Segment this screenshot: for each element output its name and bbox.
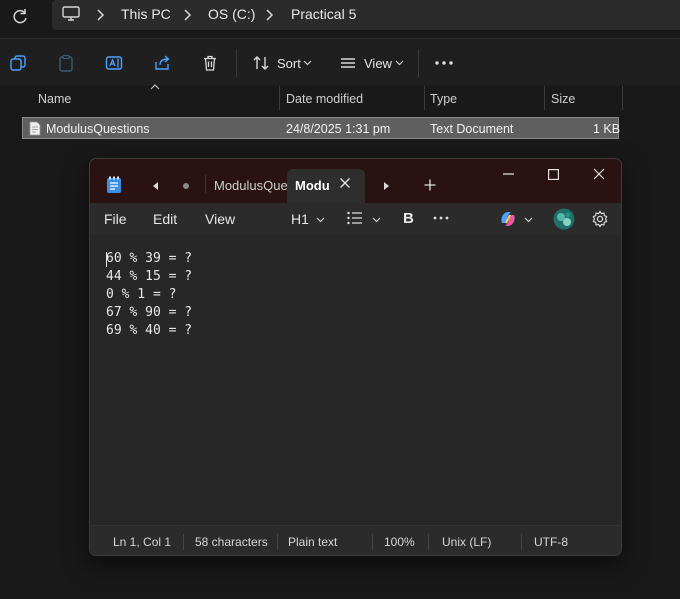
- command-bar: Sort View: [0, 38, 680, 87]
- close-tab-icon[interactable]: [339, 177, 351, 189]
- notepad-menubar: File Edit View H1 B: [90, 203, 621, 235]
- tab-divider: [205, 175, 206, 193]
- breadcrumb-folder[interactable]: Practical 5: [291, 6, 356, 22]
- status-divider: [183, 534, 184, 550]
- tab-active-label: Modu: [295, 178, 330, 193]
- text-editor[interactable]: 60 % 39 = ? 44 % 15 = ? 0 % 1 = ? 67 % 9…: [90, 235, 621, 525]
- file-name: ModulusQuestions: [46, 122, 150, 136]
- status-bar: Ln 1, Col 1 58 characters Plain text 100…: [90, 525, 621, 555]
- column-divider[interactable]: [424, 86, 425, 110]
- copilot-icon[interactable]: [498, 209, 518, 229]
- table-row[interactable]: ModulusQuestions 24/8/2025 1:31 pm Text …: [22, 117, 621, 139]
- notepad-window: ModulusQue Modu File Edit View H1 B 60 %…: [89, 158, 622, 556]
- toolbar-divider: [236, 49, 237, 77]
- column-header-size[interactable]: Size: [551, 92, 575, 106]
- sort-icon[interactable]: [249, 51, 273, 75]
- editor-line: 67 % 90 = ?: [106, 305, 193, 320]
- column-header-type[interactable]: Type: [430, 92, 457, 106]
- status-char-count: 58 characters: [195, 535, 268, 549]
- column-divider[interactable]: [544, 86, 545, 110]
- column-header-name[interactable]: Name: [38, 92, 71, 106]
- text-file-icon: [29, 121, 41, 136]
- paste-icon[interactable]: [54, 51, 78, 75]
- editor-line: 0 % 1 = ?: [106, 287, 177, 302]
- share-icon[interactable]: [150, 51, 174, 75]
- status-line-ending[interactable]: Unix (LF): [442, 535, 491, 549]
- status-divider: [277, 534, 278, 550]
- chevron-right-icon: [94, 8, 106, 22]
- maximize-icon[interactable]: [542, 163, 564, 185]
- close-window-icon[interactable]: [588, 163, 610, 185]
- chevron-right-icon: [181, 8, 193, 22]
- sort-button[interactable]: Sort: [277, 56, 301, 71]
- scroll-tabs-left-icon[interactable]: [151, 181, 159, 191]
- chevron-down-icon: [524, 217, 533, 223]
- status-position[interactable]: Ln 1, Col 1: [113, 535, 171, 549]
- menu-view[interactable]: View: [205, 211, 235, 227]
- column-divider[interactable]: [279, 86, 280, 110]
- delete-icon[interactable]: [198, 51, 222, 75]
- rename-icon[interactable]: [102, 51, 126, 75]
- chevron-down-icon: [395, 60, 404, 66]
- notepad-titlebar[interactable]: ModulusQue Modu: [90, 159, 621, 203]
- status-zoom[interactable]: 100%: [384, 535, 415, 549]
- status-divider: [521, 534, 522, 550]
- editor-line: 44 % 15 = ?: [106, 269, 193, 284]
- file-size: 1 KB: [593, 122, 621, 136]
- new-tab-icon[interactable]: [424, 179, 436, 191]
- status-divider: [428, 534, 429, 550]
- chevron-right-icon: [263, 8, 275, 22]
- settings-gear-icon[interactable]: [591, 210, 609, 228]
- menu-file[interactable]: File: [104, 211, 127, 227]
- file-type: Text Document: [430, 122, 514, 136]
- status-encoding[interactable]: UTF-8: [534, 535, 568, 549]
- column-header-date[interactable]: Date modified: [286, 92, 363, 106]
- file-date: 24/8/2025 1:31 pm: [286, 122, 391, 136]
- more-format-icon[interactable]: [433, 216, 449, 220]
- bold-button[interactable]: B: [403, 210, 414, 227]
- more-options-icon[interactable]: [432, 51, 456, 75]
- refresh-icon[interactable]: [10, 7, 30, 27]
- address-row: This PC OS (C:) Practical 5: [0, 0, 680, 38]
- heading-button[interactable]: H1: [291, 211, 309, 227]
- scroll-tabs-right-icon[interactable]: [383, 181, 391, 191]
- list-icon[interactable]: [347, 211, 363, 225]
- chevron-down-icon: [303, 60, 312, 66]
- avatar[interactable]: [553, 208, 575, 230]
- minimize-icon[interactable]: [497, 163, 519, 185]
- chevron-down-icon: [372, 217, 381, 223]
- toolbar-divider: [418, 49, 419, 77]
- copy-icon[interactable]: [6, 51, 30, 75]
- view-button[interactable]: View: [364, 56, 392, 71]
- notepad-app-icon: [106, 176, 122, 194]
- tab-active[interactable]: Modu: [287, 169, 365, 203]
- status-divider: [372, 534, 373, 550]
- sort-up-icon: [150, 84, 160, 90]
- breadcrumb-drive[interactable]: OS (C:): [208, 6, 255, 22]
- view-icon[interactable]: [336, 51, 360, 75]
- column-divider[interactable]: [622, 86, 623, 110]
- computer-icon: [62, 6, 80, 22]
- unsaved-dot-icon: [182, 182, 190, 190]
- chevron-down-icon: [316, 217, 325, 223]
- menu-edit[interactable]: Edit: [153, 211, 177, 227]
- editor-line: 69 % 40 = ?: [106, 323, 193, 338]
- breadcrumb-this-pc[interactable]: This PC: [121, 6, 171, 22]
- status-format[interactable]: Plain text: [288, 535, 337, 549]
- editor-line: 60 % 39 = ?: [106, 251, 193, 266]
- address-bar[interactable]: This PC OS (C:) Practical 5: [52, 0, 680, 30]
